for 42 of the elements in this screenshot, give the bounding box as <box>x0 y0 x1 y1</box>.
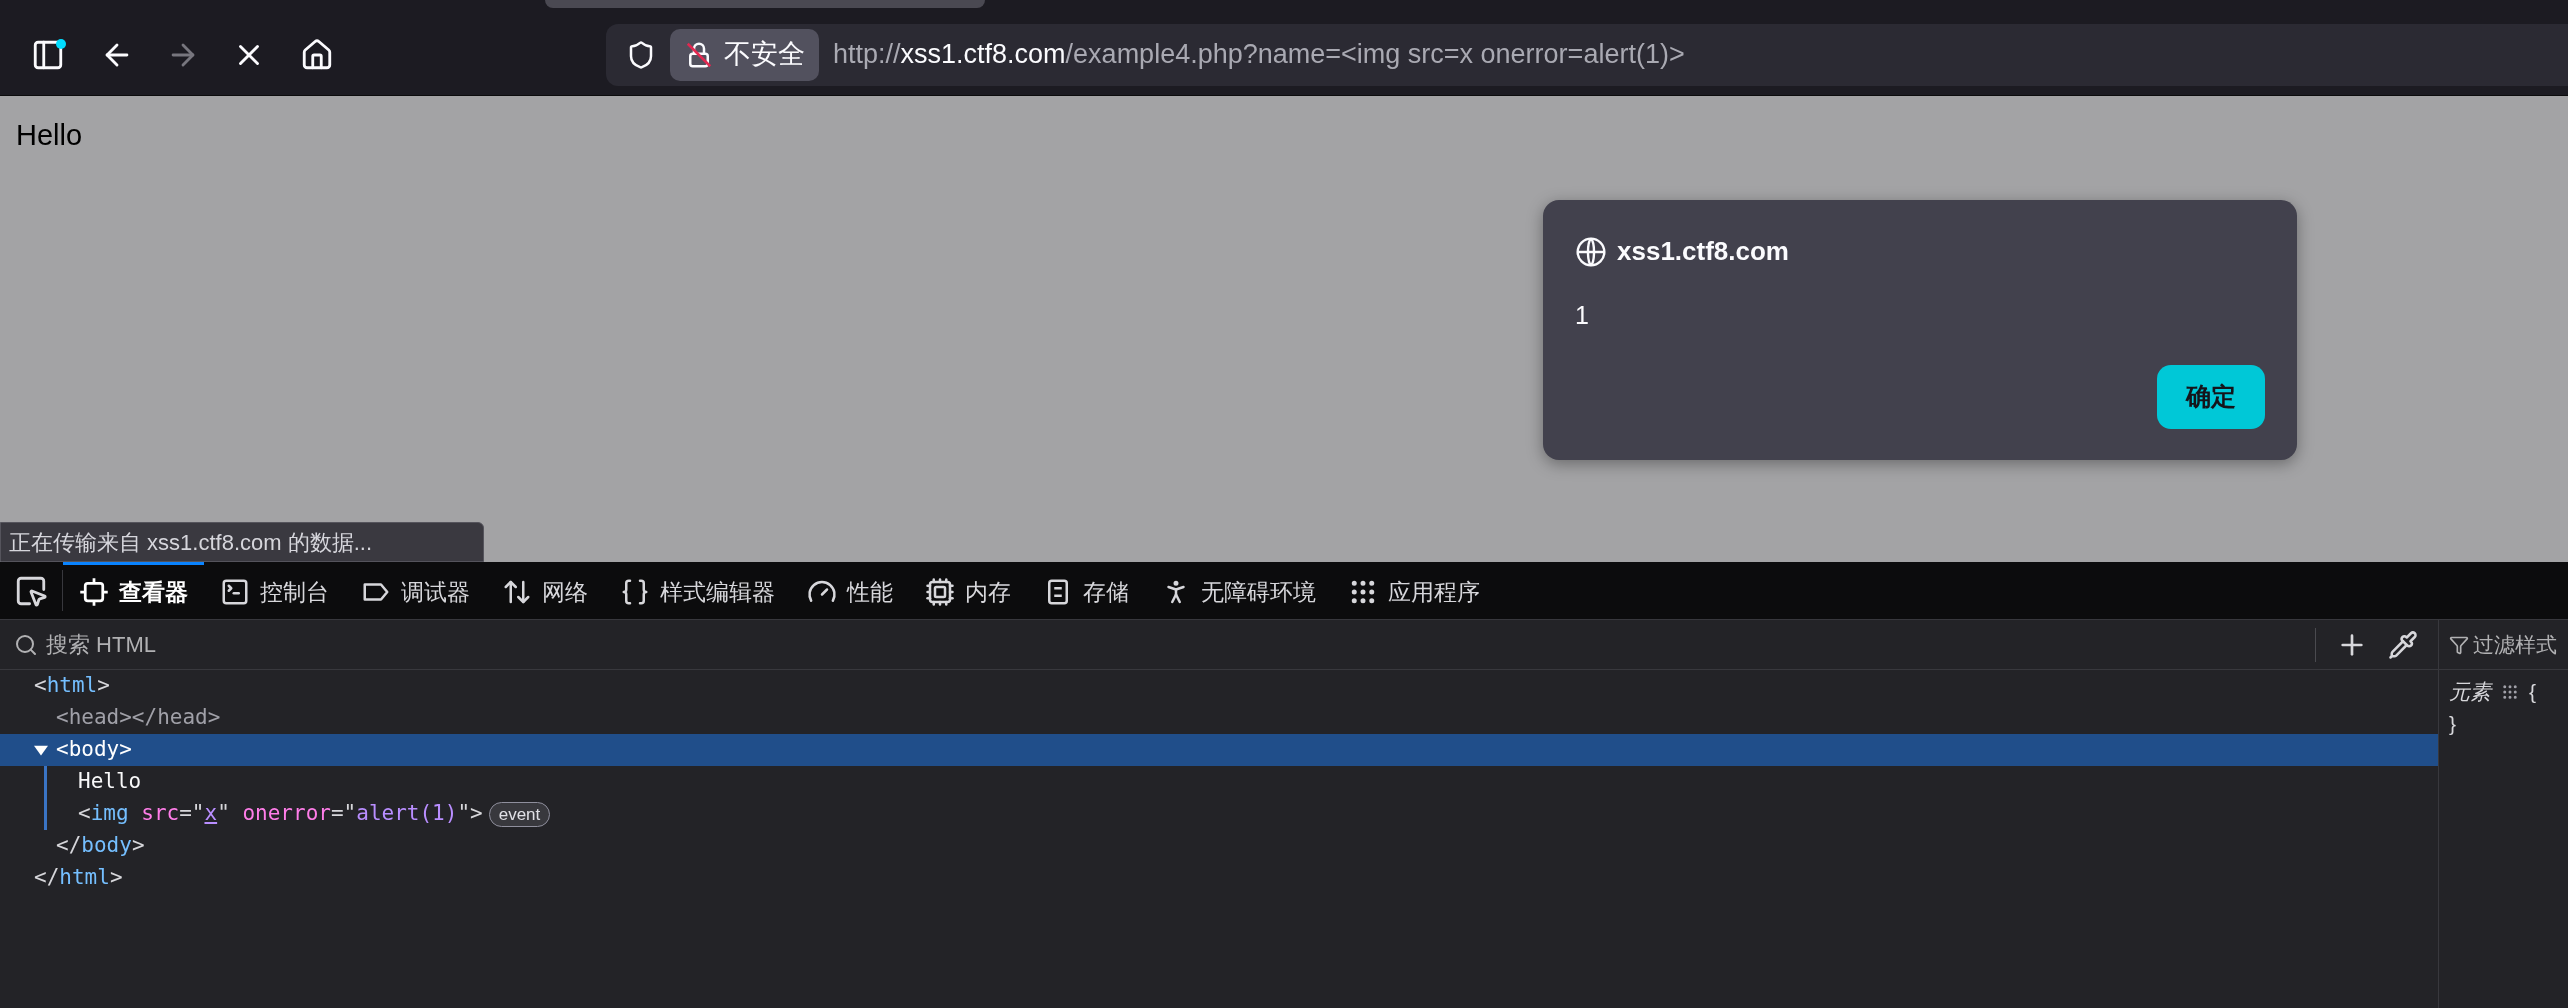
close-brace: } <box>2449 711 2456 735</box>
eyedropper-icon[interactable] <box>2388 629 2418 660</box>
markup-row[interactable]: <html> <box>0 670 2438 702</box>
event-badge[interactable]: event <box>488 801 551 827</box>
devtools-tab[interactable]: 应用程序 <box>1332 562 1496 619</box>
tab-icon <box>620 577 650 607</box>
tab-icon <box>79 577 109 607</box>
globe-icon <box>1575 235 1607 268</box>
markup-row[interactable]: <body> <box>0 734 2438 766</box>
security-badge[interactable]: 不安全 <box>670 28 819 81</box>
markup-row[interactable]: <img src="x" onerror="alert(1)"> event <box>47 798 2438 830</box>
devtools-tab[interactable]: 样式编辑器 <box>604 562 791 619</box>
url-text: http://xss1.ctf8.com/example4.php?name=<img src=x onerror=alert(1)> <box>833 38 1685 72</box>
markup-row[interactable]: Hello <box>47 766 2438 798</box>
filter-styles-field[interactable]: 过滤样式 <box>2439 620 2568 670</box>
devtools-tab[interactable]: 网络 <box>486 562 604 619</box>
collapse-triangle-icon[interactable] <box>34 743 48 757</box>
search-icon <box>14 632 38 657</box>
dialog-message: 1 <box>1575 300 1590 331</box>
rule-selector: 元素 <box>2449 679 2491 705</box>
devtools-tab[interactable]: 控制台 <box>204 562 345 619</box>
devtools-tab[interactable]: 调试器 <box>345 562 486 619</box>
home-icon[interactable] <box>300 37 334 72</box>
open-brace: { <box>2529 679 2536 705</box>
page-text: Hello <box>16 118 83 153</box>
html-search-field[interactable]: 搜索 HTML <box>46 628 2305 661</box>
tab-icon <box>220 577 250 607</box>
devtools-tab[interactable]: 性能 <box>791 562 909 619</box>
markup-row[interactable]: <head></head> <box>0 702 2438 734</box>
closing-tag-row-text: </html> <box>33 864 124 892</box>
grid-dots-icon <box>2501 682 2519 701</box>
devtools-tab[interactable]: 无障碍环境 <box>1145 562 1332 619</box>
filter-icon <box>2449 634 2469 655</box>
tab-icon <box>925 577 955 607</box>
confirm-button[interactable]: 确定 <box>2157 364 2265 429</box>
security-label: 不安全 <box>724 38 805 72</box>
address-bar[interactable]: 不安全 http://xss1.ctf8.com/example4.php?name=<img src=x onerror=alert(1)> <box>606 23 2568 86</box>
devtools-tab[interactable]: 内存 <box>909 562 1027 619</box>
devtools-tab[interactable]: 存储 <box>1027 562 1145 619</box>
status-bar: 正在传输来自 xss1.ctf8.com 的数据... <box>0 522 484 562</box>
dialog-origin: xss1.ctf8.com <box>1617 235 1789 268</box>
closing-tag-row-text: </body> <box>55 832 146 860</box>
